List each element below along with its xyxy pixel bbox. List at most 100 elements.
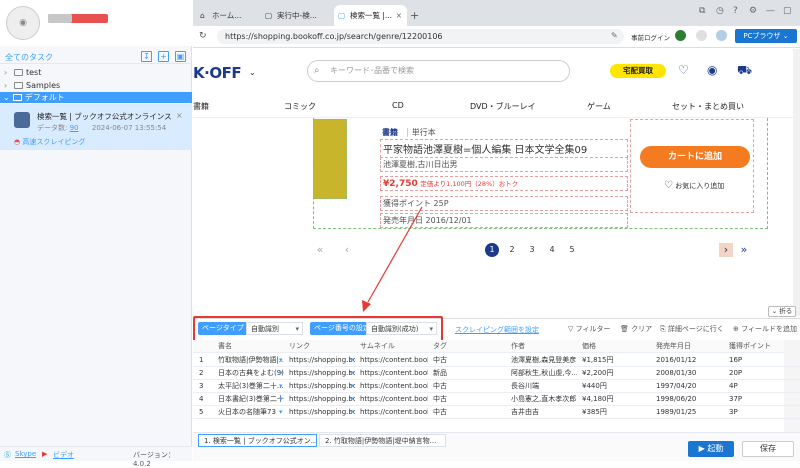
browser-tab-search[interactable]: ▢ 検索一覧 |... × xyxy=(334,5,407,26)
table-row[interactable]: 5火日本の名随筆73▾https://shopping.booko...▾htt… xyxy=(193,406,800,419)
add-favorite-link[interactable]: ♡ お気に入り追加 xyxy=(664,180,724,191)
column-header[interactable]: リンク xyxy=(286,340,310,353)
maximize-icon[interactable]: ▢ xyxy=(783,6,792,16)
page-3[interactable]: 3 xyxy=(525,243,539,257)
table-cell: 日本書紀(3)巻第二十... xyxy=(218,395,284,403)
caret-down-icon[interactable]: ▾ xyxy=(347,380,354,393)
filter-icon: ▽ xyxy=(568,325,574,333)
table-row[interactable]: 3太平記(3)巻第二十...▾https://shopping.booko...… xyxy=(193,380,800,393)
all-tasks-link[interactable]: 全てのタスク xyxy=(5,52,53,63)
table-cell: 3P xyxy=(729,408,738,416)
caret-down-icon[interactable]: ▾ xyxy=(276,354,283,367)
nav-dvd[interactable]: DVD・ブルーレイ xyxy=(470,101,536,112)
table-cell: 1989/01/25 xyxy=(656,408,697,416)
cart-icon[interactable]: ⛟ xyxy=(737,63,752,79)
page-4[interactable]: 4 xyxy=(545,243,559,257)
filter-button[interactable]: ▽ フィルター xyxy=(568,324,611,334)
page-2[interactable]: 2 xyxy=(505,243,519,257)
column-header[interactable]: サムネイル xyxy=(357,340,395,353)
bottom-tab-1[interactable]: 1. 検索一覧 | ブックオフ公式オン... xyxy=(198,434,317,447)
collapse-button[interactable]: ⌄ 折る xyxy=(768,306,796,317)
site-logo[interactable]: K·OFF xyxy=(193,64,242,82)
new-task-icon[interactable]: + xyxy=(158,51,169,62)
add-field-button[interactable]: ⊕ フィールドを追加 xyxy=(733,324,797,334)
skype-link[interactable]: Skype xyxy=(15,450,36,458)
page-last-icon[interactable]: » xyxy=(737,243,751,257)
delivery-buyback-button[interactable]: 宅配買取 xyxy=(610,64,666,78)
nav-books[interactable]: 書籍 xyxy=(193,101,209,112)
user-icon[interactable] xyxy=(716,30,727,41)
table-row[interactable]: 1竹取物語|伊勢物語|...▾https://shopping.booko...… xyxy=(193,354,800,367)
avatar[interactable]: ◉ xyxy=(6,6,40,40)
gear-icon[interactable]: ⚙ xyxy=(749,6,757,16)
video-link[interactable]: ビデオ xyxy=(53,450,74,460)
book-cover-image[interactable] xyxy=(313,119,347,199)
page-first-icon[interactable]: « xyxy=(313,243,327,257)
nav-game[interactable]: ゲーム xyxy=(587,101,611,112)
caret-down-icon[interactable]: ▾ xyxy=(347,367,354,380)
clear-button[interactable]: 🗑 クリア xyxy=(620,324,652,334)
account-icon[interactable]: ◉ xyxy=(707,63,717,77)
url-input[interactable]: https://shopping.bookoff.co.jp/search/ge… xyxy=(217,29,624,44)
folder-default[interactable]: ⌄ デフォルト xyxy=(0,92,192,103)
table-row[interactable]: 4日本書紀(3)巻第二十...▾https://shopping.booko..… xyxy=(193,393,800,406)
caret-down-icon[interactable]: ▾ xyxy=(276,393,283,406)
column-header[interactable]: 書名 xyxy=(215,340,232,353)
add-to-cart-button[interactable]: カートに追加 xyxy=(640,146,750,168)
folder-samples[interactable]: › Samples xyxy=(0,80,192,91)
new-folder-icon[interactable]: ▣ xyxy=(175,51,186,62)
close-icon[interactable]: × xyxy=(396,5,402,26)
scrape-range-link[interactable]: スクレイピング範囲を設定 xyxy=(455,325,539,335)
column-header[interactable]: 獲得ポイント xyxy=(726,340,771,353)
browser-tab-running[interactable]: ▢ 実行中-検... xyxy=(261,5,331,26)
product-title[interactable]: 平家物語池澤夏樹=個人編集 日本文学全集09 xyxy=(380,139,628,158)
save-button[interactable]: 保存 xyxy=(742,441,794,457)
pre-login-label[interactable]: 事前ログイン xyxy=(631,32,670,42)
caret-down-icon[interactable]: ▾ xyxy=(347,393,354,406)
nav-sets[interactable]: セット・まとめ買い xyxy=(672,101,744,112)
column-header[interactable]: タグ xyxy=(430,340,447,353)
shield-icon[interactable] xyxy=(696,30,707,41)
edit-icon[interactable]: ✎ xyxy=(611,31,618,40)
caret-down-icon[interactable]: ▾ xyxy=(276,406,283,419)
start-button[interactable]: ▶ 起動 xyxy=(688,441,734,457)
column-header[interactable]: 作者 xyxy=(508,340,525,353)
browser-tab-home[interactable]: ⌂ ホーム... xyxy=(196,5,258,26)
data-count-link[interactable]: 90 xyxy=(70,124,79,132)
caret-down-icon[interactable]: ▾ xyxy=(347,406,354,419)
page-5[interactable]: 5 xyxy=(565,243,579,257)
extension-icon[interactable] xyxy=(675,30,686,41)
folder-test[interactable]: › test xyxy=(0,67,192,78)
caret-down-icon[interactable]: ▾ xyxy=(276,367,283,380)
help-icon[interactable]: ? xyxy=(733,6,738,16)
chevron-down-icon[interactable]: ⌄ xyxy=(249,68,256,77)
heart-icon[interactable]: ♡ xyxy=(678,63,689,77)
pin-icon[interactable]: ⧉ xyxy=(699,6,705,16)
page-icon: ▢ xyxy=(265,11,273,20)
column-header[interactable]: 価格 xyxy=(579,340,596,353)
minimize-icon[interactable]: — xyxy=(766,6,775,16)
new-tab-icon[interactable]: + xyxy=(410,9,419,22)
column-header[interactable]: 発売年月日 xyxy=(653,340,691,353)
reload-icon[interactable]: ↻ xyxy=(199,31,207,41)
table-cell: ¥385円 xyxy=(582,408,607,416)
close-icon[interactable]: × xyxy=(176,111,183,120)
nav-comics[interactable]: コミック xyxy=(284,101,316,112)
page-scrollbar[interactable] xyxy=(793,49,800,316)
nav-cd[interactable]: CD xyxy=(392,101,404,110)
caret-down-icon[interactable]: ▾ xyxy=(276,380,283,393)
page-prev-icon[interactable]: ‹ xyxy=(340,243,354,257)
pc-browser-button[interactable]: PCブラウザ ⌄ xyxy=(735,29,797,43)
import-icon[interactable]: ↧ xyxy=(141,51,152,62)
detail-page-button[interactable]: ⎘ 詳細ページに行く xyxy=(660,324,724,334)
page-next-icon[interactable]: › xyxy=(719,243,733,257)
table-cell: 20P xyxy=(729,369,743,377)
table-row[interactable]: 2日本の古典をよむ(9)...▾https://shopping.booko..… xyxy=(193,367,800,380)
page-1[interactable]: 1 xyxy=(485,243,499,257)
table-cell: 小島憲之,直木孝次郎... xyxy=(511,395,577,403)
clock-icon[interactable]: ◷ xyxy=(716,6,724,16)
site-search-input[interactable]: キーワード･品番で検索 xyxy=(307,60,570,82)
caret-down-icon[interactable]: ▾ xyxy=(347,354,354,367)
product-author[interactable]: 池澤夏樹,古川日出男 xyxy=(380,157,628,172)
bottom-tab-2[interactable]: 2. 竹取物語|伊勢物語|堤中納言物... xyxy=(319,434,446,447)
